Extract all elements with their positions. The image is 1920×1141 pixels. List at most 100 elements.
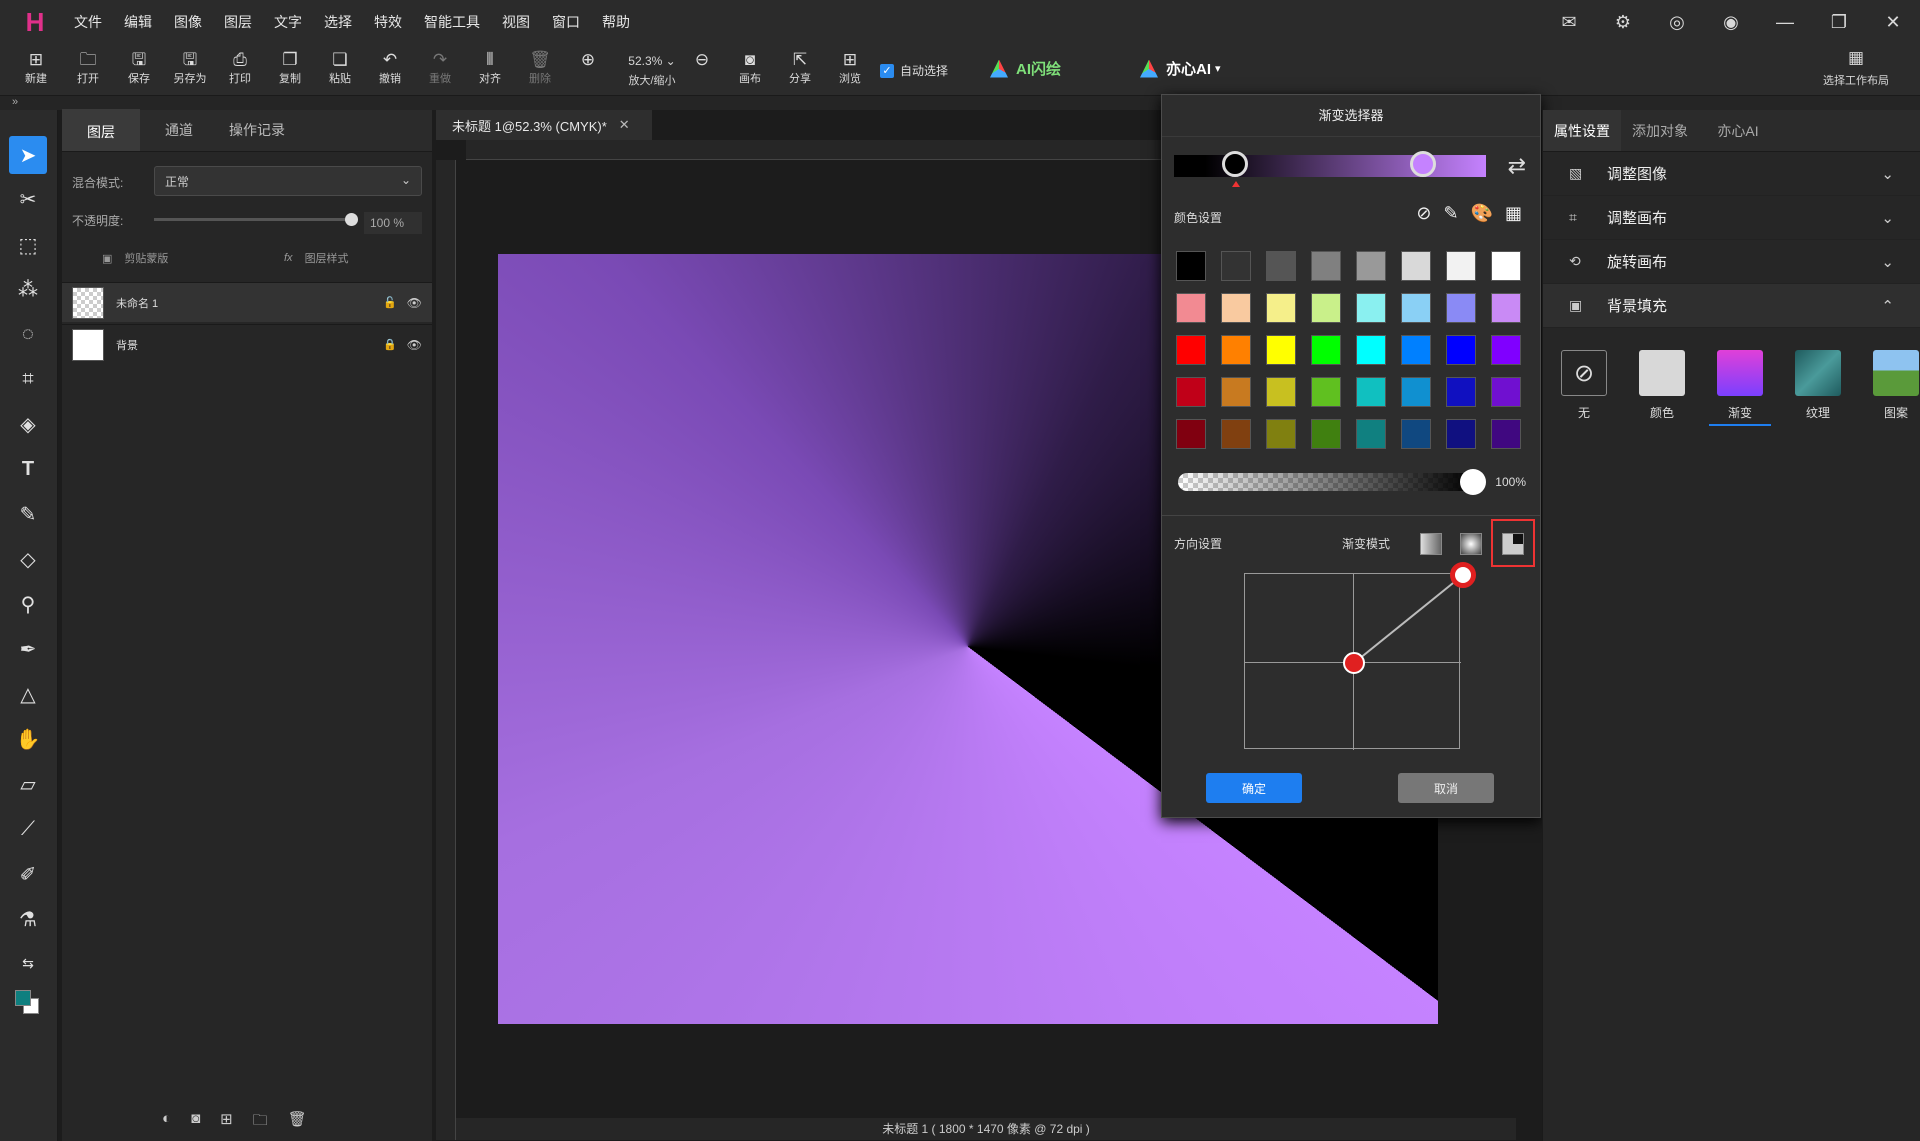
- delete-button[interactable]: 🗑 删除: [518, 48, 562, 94]
- gradient-stop-end[interactable]: [1410, 151, 1436, 177]
- layer-row[interactable]: 背景 🔒 👁: [62, 324, 432, 364]
- tab-history[interactable]: 操作记录: [218, 109, 296, 151]
- color-swatch[interactable]: [1221, 335, 1251, 365]
- align-button[interactable]: ⫴ 对齐: [468, 48, 512, 94]
- opacity-slider[interactable]: [1178, 469, 1486, 495]
- blend-mode-select[interactable]: 正常 ⌄: [154, 166, 422, 196]
- menu-select[interactable]: 选择: [324, 12, 352, 32]
- mail-icon[interactable]: ✉: [1542, 0, 1596, 44]
- clone-tool-icon[interactable]: ⚲: [9, 585, 47, 623]
- layer-style-button[interactable]: fx 图层样式: [284, 250, 349, 266]
- cancel-button[interactable]: 取消: [1398, 773, 1494, 803]
- zoom-out-button[interactable]: ⊖: [680, 48, 724, 94]
- color-swatch[interactable]: [1221, 419, 1251, 449]
- mask-icon[interactable]: ◙: [191, 1110, 200, 1135]
- tab-add-object[interactable]: 添加对象: [1621, 110, 1699, 151]
- section-adjust-canvas[interactable]: ⌗ 调整画布 ⌄: [1543, 196, 1920, 240]
- share-button[interactable]: ⇱ 分享: [778, 48, 822, 94]
- eyedropper-icon[interactable]: ✎: [1443, 203, 1458, 224]
- move-tool-icon[interactable]: ➤: [9, 136, 47, 174]
- color-swatch[interactable]: [1401, 377, 1431, 407]
- new-layer-icon[interactable]: ⊞: [220, 1110, 233, 1135]
- transform-tool-icon[interactable]: ▱: [9, 765, 47, 803]
- open-button[interactable]: 🗀 打开: [66, 48, 110, 94]
- highlighter-tool-icon[interactable]: ✐: [9, 855, 47, 893]
- color-swatch[interactable]: [1491, 251, 1521, 281]
- eye-icon[interactable]: 👁: [407, 296, 422, 310]
- color-swatch[interactable]: [1266, 419, 1296, 449]
- color-swatch[interactable]: [1311, 419, 1341, 449]
- ok-button[interactable]: 确定: [1206, 773, 1302, 803]
- menu-smart-tools[interactable]: 智能工具: [424, 12, 480, 32]
- color-swatch[interactable]: [1311, 251, 1341, 281]
- smart-cutout-tool-icon[interactable]: ✂: [9, 180, 47, 218]
- swatch-grid-icon[interactable]: ▦: [1505, 203, 1522, 224]
- color-swatch[interactable]: [1446, 419, 1476, 449]
- color-swatch[interactable]: [1266, 335, 1296, 365]
- tab-properties[interactable]: 属性设置: [1543, 110, 1621, 151]
- color-swatch[interactable]: [1356, 377, 1386, 407]
- color-swatch[interactable]: [1401, 293, 1431, 323]
- shape-tool-icon[interactable]: △: [9, 675, 47, 713]
- trash-icon[interactable]: 🗑: [288, 1110, 307, 1135]
- auto-select-checkbox[interactable]: ✓ 自动选择: [880, 62, 948, 79]
- color-swatch[interactable]: [1491, 335, 1521, 365]
- gradient-preview-bar[interactable]: [1174, 151, 1486, 187]
- browse-button[interactable]: ⊞ 浏览: [828, 48, 872, 94]
- save-button[interactable]: 🖫 保存: [117, 48, 161, 94]
- eraser-tool-icon[interactable]: ◇: [9, 540, 47, 578]
- color-swatch[interactable]: [1221, 251, 1251, 281]
- close-icon[interactable]: ✕: [619, 117, 630, 133]
- unlock-icon[interactable]: 🔓: [383, 296, 397, 309]
- document-tab[interactable]: 未标题 1@52.3% (CMYK)* ✕: [436, 110, 652, 140]
- gradient-stop-start[interactable]: [1222, 151, 1248, 177]
- color-swatch[interactable]: [1446, 377, 1476, 407]
- color-swatch[interactable]: [1446, 335, 1476, 365]
- workspace-layout-button[interactable]: ▦ 选择工作布局: [1816, 48, 1896, 88]
- gradient-center-handle[interactable]: [1343, 652, 1365, 674]
- clip-mask-button[interactable]: ▣ 剪贴蒙版: [102, 250, 168, 266]
- layer-row[interactable]: 未命名 1 🔓 👁: [62, 282, 432, 322]
- section-rotate-canvas[interactable]: ⟲ 旋转画布 ⌄: [1543, 240, 1920, 284]
- radial-gradient-icon[interactable]: [1460, 533, 1482, 555]
- color-swatch[interactable]: [1221, 377, 1251, 407]
- eyedropper-tool-icon[interactable]: ⚗: [9, 900, 47, 938]
- smudge-tool-icon[interactable]: ⟋: [9, 810, 47, 848]
- gradient-direction-handle[interactable]: [1450, 562, 1476, 588]
- color-swatch[interactable]: [1176, 419, 1206, 449]
- color-swatch[interactable]: [1176, 377, 1206, 407]
- color-swatch[interactable]: [1401, 251, 1431, 281]
- yixin-ai-button[interactable]: 亦心AI ▾: [1140, 58, 1221, 79]
- tab-channels[interactable]: 通道: [140, 109, 218, 151]
- color-swatch[interactable]: [1356, 251, 1386, 281]
- zoom-value[interactable]: 52.3%: [628, 54, 662, 68]
- brush-tool-icon[interactable]: ✎: [9, 495, 47, 533]
- text-tool-icon[interactable]: T: [9, 450, 47, 488]
- fill-option-pattern[interactable]: 图案: [1865, 350, 1920, 426]
- save-as-button[interactable]: 🖫 另存为: [168, 48, 212, 94]
- menu-effects[interactable]: 特效: [374, 12, 402, 32]
- swap-colors-icon[interactable]: ⇆: [9, 944, 47, 982]
- color-swatch[interactable]: [1356, 335, 1386, 365]
- no-color-icon[interactable]: ⊘: [1416, 203, 1431, 224]
- fill-option-texture[interactable]: 纹理: [1787, 350, 1849, 426]
- color-swatch[interactable]: [1401, 419, 1431, 449]
- fill-option-gradient[interactable]: 渐变: [1709, 350, 1771, 426]
- color-swatch[interactable]: [1266, 377, 1296, 407]
- reverse-gradient-icon[interactable]: ⇄: [1508, 153, 1526, 179]
- color-swatch[interactable]: [1176, 251, 1206, 281]
- opacity-slider[interactable]: [154, 213, 358, 226]
- opacity-slider-handle[interactable]: [1460, 469, 1486, 495]
- tab-yixin-ai[interactable]: 亦心AI: [1699, 110, 1777, 151]
- menu-edit[interactable]: 编辑: [124, 12, 152, 32]
- expand-icon[interactable]: »: [12, 96, 18, 108]
- linear-gradient-icon[interactable]: [1420, 533, 1442, 555]
- color-swatch[interactable]: [1446, 251, 1476, 281]
- opacity-slider-handle[interactable]: [345, 213, 358, 226]
- magic-wand-tool-icon[interactable]: ⁂: [9, 270, 47, 308]
- menu-file[interactable]: 文件: [74, 12, 102, 32]
- zoom-in-button[interactable]: ⊕: [566, 48, 610, 94]
- eye-icon[interactable]: 👁: [407, 338, 422, 352]
- lasso-tool-icon[interactable]: ◌: [9, 315, 47, 353]
- fill-option-color[interactable]: 颜色: [1631, 350, 1693, 426]
